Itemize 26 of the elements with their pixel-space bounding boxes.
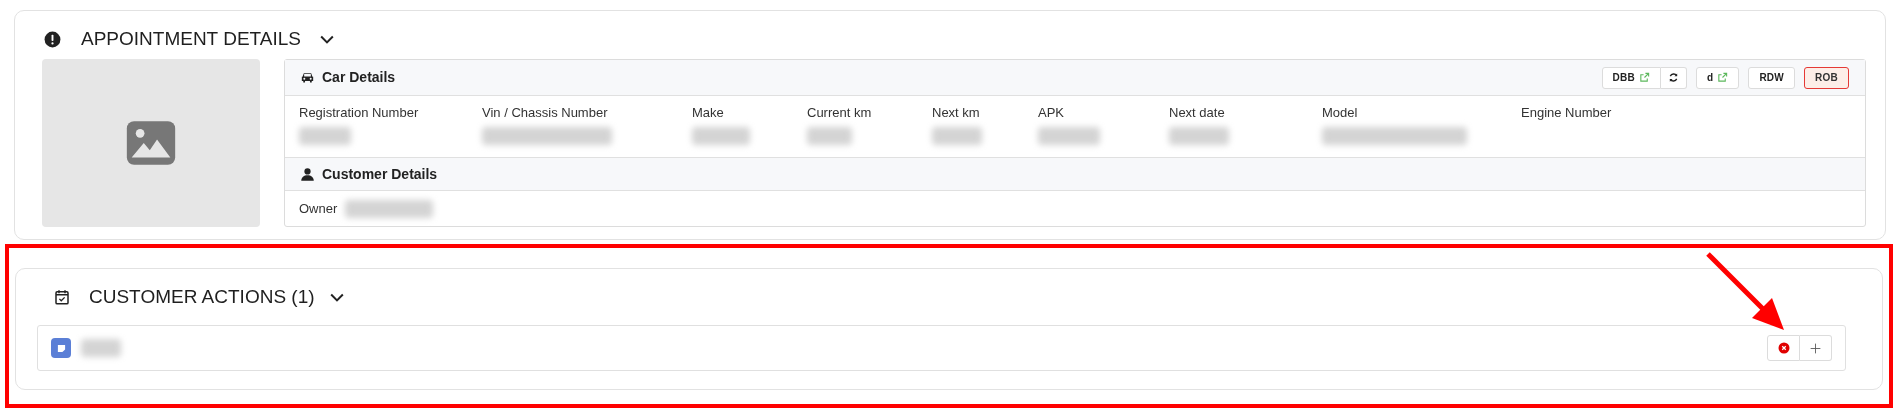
- field-label: Vin / Chassis Number: [482, 105, 609, 121]
- remove-button[interactable]: [1767, 335, 1800, 361]
- field-label: Current km: [807, 105, 873, 121]
- refresh-button[interactable]: [1661, 66, 1687, 89]
- field-label: APK: [1038, 105, 1065, 121]
- field-label: Next km: [932, 105, 981, 121]
- section-title: CUSTOMER ACTIONS (1): [89, 284, 315, 309]
- field-label: Next date: [1169, 105, 1226, 121]
- field-label: Registration Number: [299, 105, 420, 121]
- alert-icon: [43, 29, 62, 49]
- field-label: Make: [692, 105, 725, 121]
- field-label: Model: [1322, 105, 1359, 121]
- source-button[interactable]: d: [1696, 66, 1740, 89]
- person-icon: [300, 166, 315, 182]
- section-title: APPOINTMENT DETAILS: [81, 26, 301, 51]
- panel-title: Car Details: [322, 68, 396, 87]
- source-button[interactable]: RDW: [1748, 66, 1795, 89]
- plus-icon: [1809, 341, 1822, 355]
- field-label: Engine Number: [1521, 105, 1613, 121]
- close-icon: [1777, 342, 1790, 354]
- source-button[interactable]: DBB: [1601, 66, 1661, 89]
- source-button[interactable]: ROB: [1804, 66, 1849, 89]
- field-label: Owner: [299, 199, 338, 218]
- refresh-icon: [1668, 72, 1679, 83]
- calendar-check-icon: [53, 288, 71, 306]
- panel-title: Customer Details: [322, 164, 438, 184]
